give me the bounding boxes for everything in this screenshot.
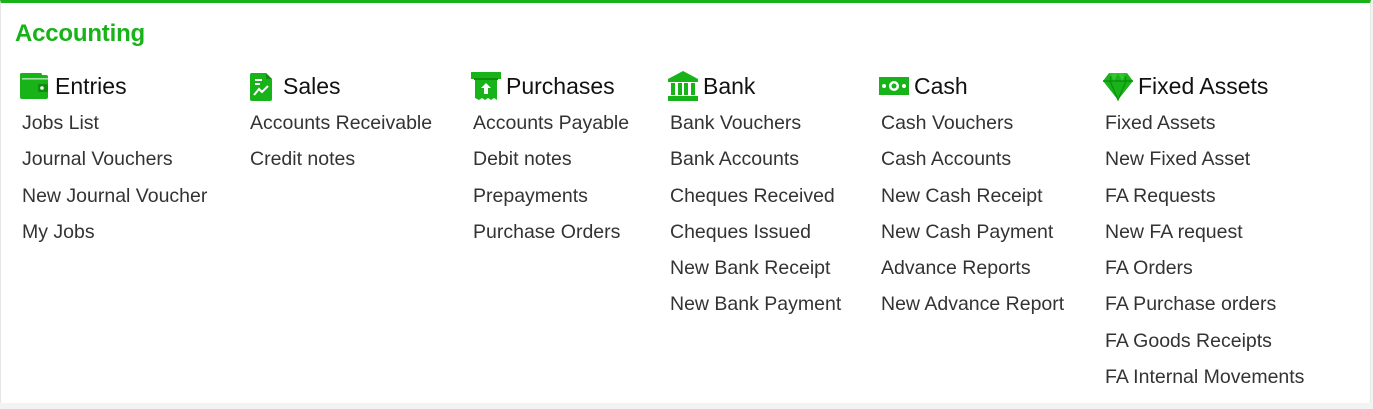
link-debit-notes[interactable]: Debit notes [470,141,629,177]
link-new-fixed-asset[interactable]: New Fixed Asset [1102,141,1304,177]
link-purchase-orders[interactable]: Purchase Orders [470,214,629,250]
column-header-fixed-assets: Fixed Assets [1102,69,1304,103]
link-cheques-issued[interactable]: Cheques Issued [667,214,841,250]
link-bank-vouchers[interactable]: Bank Vouchers [667,105,841,141]
bank-icon [667,70,699,102]
link-fa-orders[interactable]: FA Orders [1102,250,1304,286]
diamond-icon [1102,70,1134,102]
link-cheques-received[interactable]: Cheques Received [667,178,841,214]
link-accounts-receivable[interactable]: Accounts Receivable [247,105,432,141]
link-cash-accounts[interactable]: Cash Accounts [878,141,1064,177]
column-sales: Sales Accounts Receivable Credit notes [247,69,432,178]
chart-document-icon [247,70,279,102]
column-heading: Purchases [506,72,615,99]
link-new-cash-payment[interactable]: New Cash Payment [878,214,1064,250]
column-cash: Cash Cash Vouchers Cash Accounts New Cas… [878,69,1064,323]
column-fixed-assets: Fixed Assets Fixed Assets New Fixed Asse… [1102,69,1304,395]
link-fixed-assets[interactable]: Fixed Assets [1102,105,1304,141]
section-title: Accounting [15,20,145,47]
link-new-advance-report[interactable]: New Advance Report [878,286,1064,322]
link-accounts-payable[interactable]: Accounts Payable [470,105,629,141]
column-header-purchases: Purchases [470,69,629,103]
column-entries: Entries Jobs List Journal Vouchers New J… [19,69,207,250]
link-fa-goods-receipts[interactable]: FA Goods Receipts [1102,323,1304,359]
accounting-panel: Accounting Entries Jobs List Journal Vou… [0,0,1371,403]
column-header-cash: Cash [878,69,1064,103]
link-fa-requests[interactable]: FA Requests [1102,178,1304,214]
column-header-bank: Bank [667,69,841,103]
column-purchases: Purchases Accounts Payable Debit notes P… [470,69,629,250]
link-jobs-list[interactable]: Jobs List [19,105,207,141]
column-header-sales: Sales [247,69,432,103]
link-fa-purchase-orders[interactable]: FA Purchase orders [1102,286,1304,322]
link-new-bank-receipt[interactable]: New Bank Receipt [667,250,841,286]
column-bank: Bank Bank Vouchers Bank Accounts Cheques… [667,69,841,323]
link-cash-vouchers[interactable]: Cash Vouchers [878,105,1064,141]
link-new-bank-payment[interactable]: New Bank Payment [667,286,841,322]
column-heading: Entries [55,72,127,99]
link-credit-notes[interactable]: Credit notes [247,141,432,177]
link-my-jobs[interactable]: My Jobs [19,214,207,250]
link-prepayments[interactable]: Prepayments [470,178,629,214]
link-new-cash-receipt[interactable]: New Cash Receipt [878,178,1064,214]
cash-icon [878,70,910,102]
column-heading: Bank [703,72,756,99]
link-advance-reports[interactable]: Advance Reports [878,250,1064,286]
wallet-icon [19,70,51,102]
link-fa-internal-movements[interactable]: FA Internal Movements [1102,359,1304,395]
receipt-icon [470,70,502,102]
column-heading: Sales [283,72,341,99]
link-new-fa-request[interactable]: New FA request [1102,214,1304,250]
link-journal-vouchers[interactable]: Journal Vouchers [19,141,207,177]
column-heading: Cash [914,72,968,99]
link-new-journal-voucher[interactable]: New Journal Voucher [19,178,207,214]
column-header-entries: Entries [19,69,207,103]
link-bank-accounts[interactable]: Bank Accounts [667,141,841,177]
column-heading: Fixed Assets [1138,72,1269,99]
